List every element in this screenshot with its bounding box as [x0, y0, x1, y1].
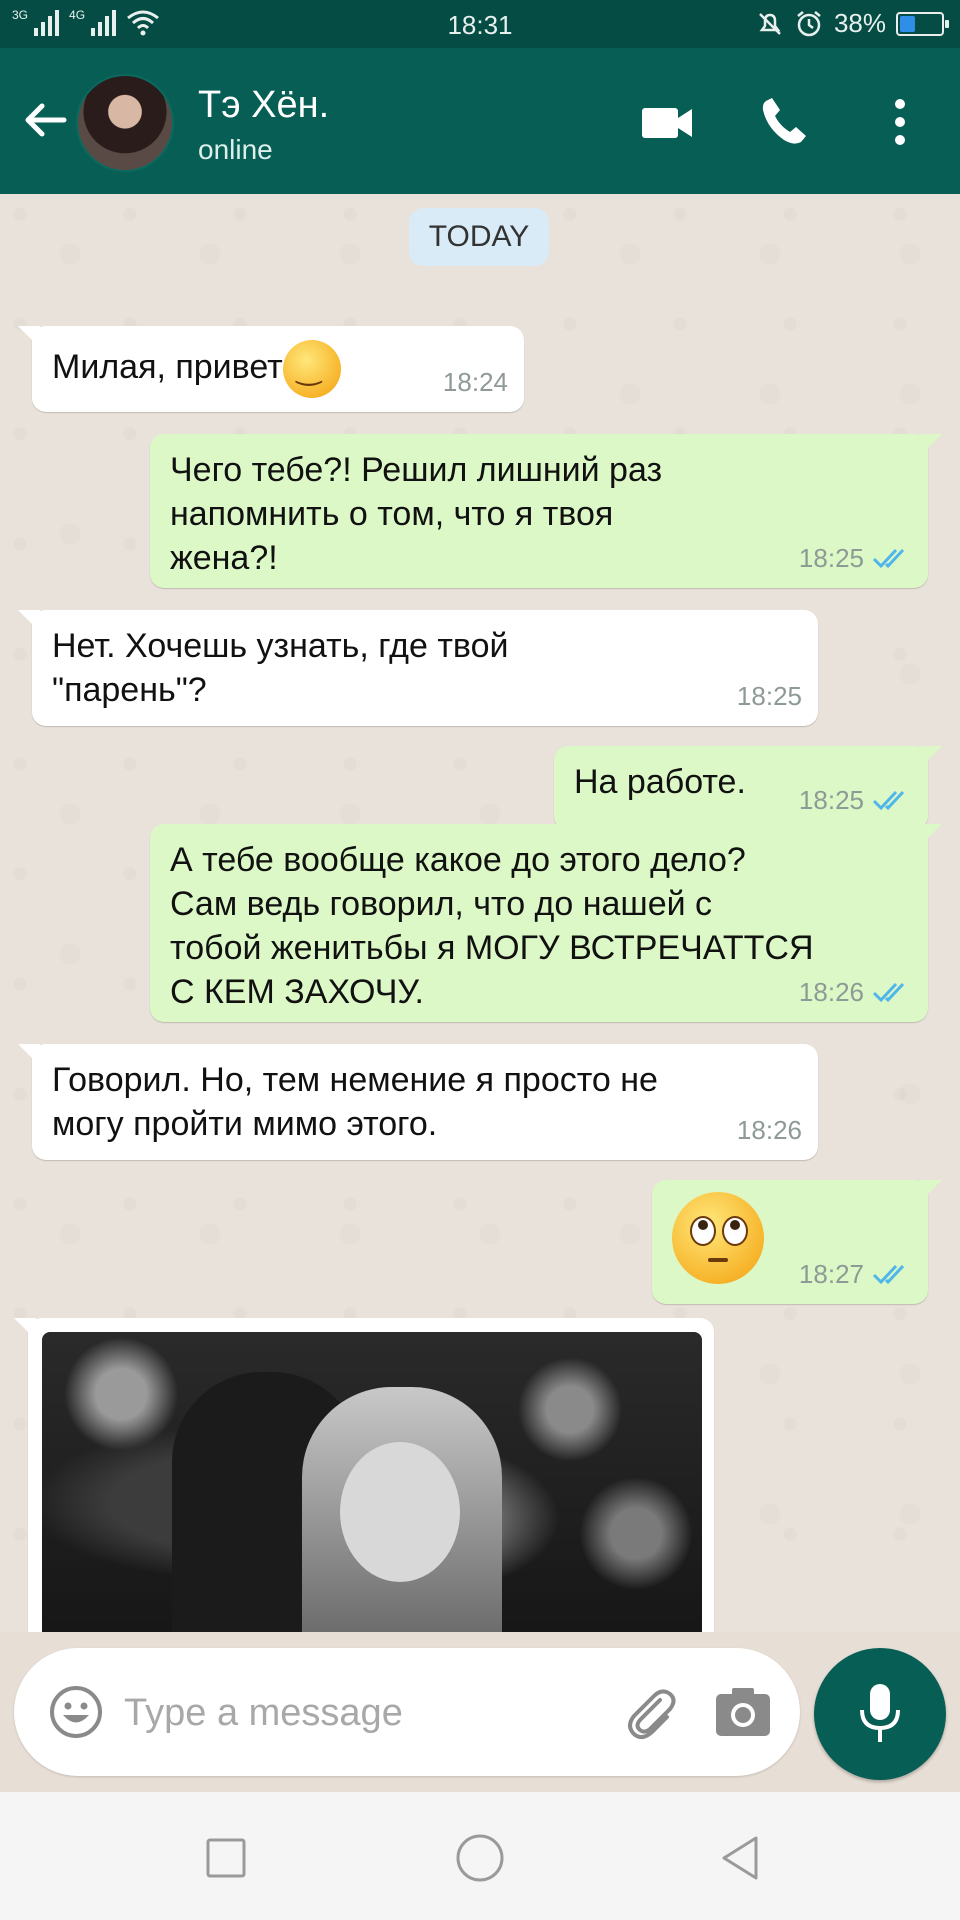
- message-time: 18:26: [736, 1115, 802, 1145]
- chat-header: Тэ Хён. online: [0, 48, 960, 194]
- read-ticks-icon: [872, 1264, 905, 1285]
- mic-icon: [860, 1684, 900, 1742]
- message-time: 18:25: [736, 681, 802, 711]
- battery-icon: [896, 11, 949, 36]
- back-triangle-icon[interactable]: [714, 1832, 766, 1884]
- message-time: 18:26: [798, 977, 864, 1007]
- mute-icon: [759, 12, 781, 35]
- status-bar: 3G 4G 18:31 38%: [0, 0, 960, 48]
- eye-roll-emoji: [672, 1192, 764, 1284]
- emoji-icon[interactable]: [48, 1684, 104, 1740]
- attach-icon[interactable]: [620, 1682, 682, 1744]
- alarm-icon: [797, 10, 821, 36]
- back-arrow-icon[interactable]: [20, 94, 72, 146]
- read-ticks-icon: [872, 790, 905, 811]
- message-outgoing[interactable]: 18:27: [652, 1180, 942, 1304]
- camera-icon[interactable]: [714, 1684, 772, 1740]
- recents-square-icon[interactable]: [200, 1832, 252, 1884]
- message-outgoing[interactable]: На работе. 18:25: [554, 746, 942, 830]
- message-text: А тебе вообще какое до этого дело? Сам в…: [170, 841, 814, 1011]
- contact-name[interactable]: Тэ Хён.: [198, 84, 329, 127]
- read-ticks-icon: [872, 982, 905, 1003]
- message-text: Нет. Хочешь узнать, где твой "парень"?: [52, 627, 509, 709]
- date-chip: TODAY: [409, 208, 549, 266]
- message-outgoing[interactable]: Чего тебе?! Решил лишний раз напомнить о…: [150, 434, 942, 588]
- battery-percent: 38%: [833, 8, 886, 38]
- battery-fill: [900, 15, 916, 32]
- contact-avatar[interactable]: [76, 74, 174, 172]
- message-time: 18:27: [798, 1259, 864, 1289]
- system-nav-bar: [0, 1792, 960, 1920]
- message-input[interactable]: [122, 1678, 606, 1748]
- home-circle-icon[interactable]: [454, 1832, 506, 1884]
- message-composer: [14, 1648, 800, 1776]
- voice-call-icon[interactable]: [754, 92, 814, 152]
- smiling-face-emoji: [282, 340, 341, 398]
- message-incoming-photo[interactable]: [14, 1318, 714, 1632]
- message-incoming[interactable]: Милая, привет 18:24: [18, 326, 524, 412]
- read-ticks-icon: [872, 548, 905, 569]
- message-incoming[interactable]: Нет. Хочешь узнать, где твой "парень"? 1…: [18, 610, 818, 726]
- mic-button[interactable]: [814, 1648, 946, 1780]
- message-incoming[interactable]: Говорил. Но, тем немение я просто не мог…: [18, 1044, 818, 1160]
- photo-thumbnail[interactable]: [42, 1332, 702, 1632]
- more-vert-icon[interactable]: [870, 92, 930, 152]
- chat-area[interactable]: TODAY Милая, привет 18:24 Чего тебе?! Ре…: [0, 194, 960, 1632]
- message-text: Милая, привет: [52, 347, 283, 386]
- message-time: 18:25: [798, 785, 864, 815]
- message-outgoing[interactable]: А тебе вообще какое до этого дело? Сам в…: [150, 824, 942, 1022]
- contact-status: online: [198, 134, 273, 165]
- video-call-icon[interactable]: [638, 92, 698, 152]
- message-time: 18:25: [798, 543, 864, 573]
- message-text: Чего тебе?! Решил лишний раз напомнить о…: [170, 451, 663, 577]
- message-text: Говорил. Но, тем немение я просто не мог…: [52, 1061, 658, 1143]
- message-time: 18:24: [442, 367, 508, 397]
